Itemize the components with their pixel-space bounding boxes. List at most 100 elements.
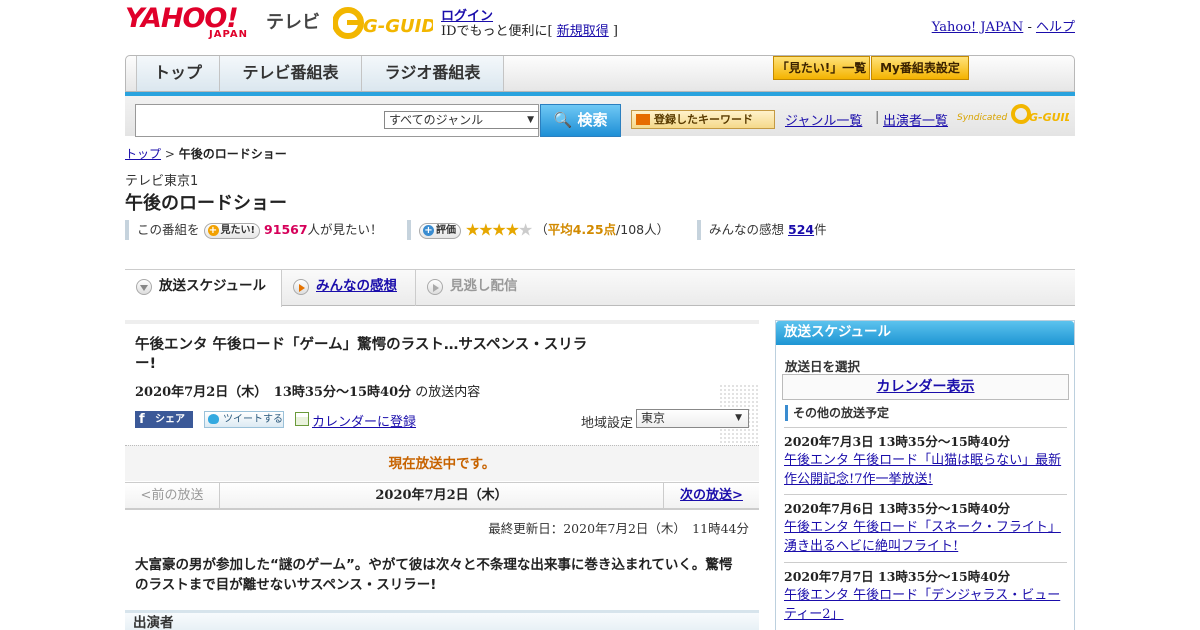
search-button-label: 検索 [577, 111, 608, 129]
tweet-button[interactable]: ツイートする [204, 411, 284, 428]
broadcast-title-link[interactable]: 午後エンタ 午後ロード「山猫は眠らない」最新作公開記念!7作一挙放送! [784, 453, 1061, 487]
star-empty-icon: ★ [517, 220, 533, 241]
registered-keywords-button[interactable]: 登録したキーワード [631, 110, 775, 129]
program-stats: この番組を + 見たい! 91567人が見たい！ + 評価 ★★★★★ （平均4.2… [125, 220, 1075, 241]
svg-text:G-GUIDE: G-GUIDE [363, 16, 433, 37]
plus-icon: + [423, 224, 434, 236]
breadcrumb: トップ > 午後のロードショー [125, 145, 287, 162]
mitai-suffix: 人が見たい！ [307, 222, 383, 237]
tab-vod: 見逃し配信 [416, 270, 546, 306]
mitai-button-label: 見たい! [220, 224, 256, 236]
impressions-unit: 件 [814, 222, 827, 237]
rating-paren-open: （ [535, 222, 548, 237]
chevron-down-icon [136, 279, 152, 295]
region-select-value: 東京 [641, 411, 666, 425]
tab-reviews[interactable]: みんなの感想 [282, 270, 416, 306]
mitai-stat: この番組を + 見たい! 91567人が見たい！ [125, 220, 383, 240]
tab-label: 放送スケジュール [159, 278, 267, 294]
broadcast-title-link[interactable]: 午後エンタ 午後ロード「スネーク・フライト」湧き出るヘビに絶叫フライト! [784, 520, 1061, 554]
rating-stat: + 評価 ★★★★★ （平均4.25点/108人） [407, 220, 670, 241]
chevron-down-icon: ▼ [527, 115, 534, 125]
genre-list-link[interactable]: ジャンル一覧 [785, 110, 862, 129]
nav-tab-radio-schedule[interactable]: ラジオ番組表 [362, 56, 504, 91]
episode-box: 午後エンタ 午後ロード「ゲーム」驚愕のラスト…サスペンス・スリラー! 2020年… [125, 320, 759, 445]
genre-select-value: すべてのジャンル [389, 113, 484, 127]
breadcrumb-top-link[interactable]: トップ [125, 147, 161, 161]
sidebar-header: 放送スケジュール [776, 321, 1074, 345]
top-right-links: Yahoo! JAPAN - ヘルプ [932, 16, 1075, 35]
chevron-down-icon: ▼ [735, 413, 742, 423]
yahoo-japan-logo-sub: JAPAN [209, 29, 248, 40]
channel-name: テレビ東京1 [125, 174, 199, 189]
gguide-small-logo: G-GUIDE [1011, 104, 1069, 124]
performer-list-link[interactable]: 出演者一覧 [883, 110, 948, 129]
help-link[interactable]: ヘルプ [1036, 20, 1075, 35]
tab-label: 見逃し配信 [450, 278, 518, 294]
mitai-button[interactable]: + 見たい! [203, 222, 261, 239]
pager-date: 2020年7月2日（木） [375, 488, 508, 503]
signup-link[interactable]: 新規取得 [557, 24, 609, 39]
region-label: 地域設定 [581, 416, 634, 431]
tab-broadcast-schedule[interactable]: 放送スケジュール [125, 270, 282, 307]
rating-button[interactable]: + 評価 [419, 222, 461, 239]
login-sub-prefix: IDでもっと便利に[ [441, 24, 557, 39]
registered-keywords-label: 登録したキーワード [654, 113, 753, 126]
svg-text:G-GUIDE: G-GUIDE [1029, 111, 1069, 124]
broadcast-pager: <前の放送 2020年7月2日（木） 次の放送> [125, 482, 759, 510]
broadcast-datetime: 2020年7月6日 13時35分～15時40分 [784, 501, 1011, 516]
calendar-view-link[interactable]: カレンダー表示 [782, 374, 1069, 400]
arrow-down-icon [636, 114, 650, 125]
broadcast-title-link[interactable]: 午後エンタ 午後ロード「デンジャラス・ビューティー2」 [784, 588, 1060, 622]
genre-select[interactable]: すべてのジャンル ▼ [384, 111, 539, 129]
search-button[interactable]: 🔍 検索 [540, 104, 621, 137]
episode-description: 大富豪の男が参加した“謎のゲーム”。やがて彼は次々と不条理な出来事に巻き込まれて… [135, 557, 733, 593]
gguide-logo[interactable]: G-GUIDE [333, 6, 433, 42]
breadcrumb-current: 午後のロードショー [178, 147, 287, 161]
list-item: 2020年7月3日 13時35分～15時40分 午後エンタ 午後ロード「山猫は眠… [784, 427, 1067, 489]
tv-logo-text[interactable]: テレビ [266, 8, 320, 34]
play-arrow-icon [293, 279, 309, 295]
link-separator: | [875, 110, 880, 125]
select-date-label: 放送日を選択 [785, 359, 861, 374]
tab-label: みんなの感想 [316, 278, 397, 294]
login-sub-suffix: ] [608, 24, 618, 39]
facebook-share-label: シェア [155, 414, 185, 425]
breadcrumb-separator: > [161, 147, 179, 161]
episode-title: 午後エンタ 午後ロード「ゲーム」驚愕のラスト…サスペンス・スリラー! [135, 337, 588, 372]
rating-count: /108人） [616, 222, 670, 237]
plus-icon: + [207, 224, 219, 236]
program-tabs: 放送スケジュール みんなの感想 見逃し配信 [125, 269, 1075, 307]
impressions-stat: みんなの感想 524件 [697, 220, 827, 240]
my-schedule-settings-button[interactable]: My番組表設定 [871, 56, 969, 80]
other-broadcasts-title: その他の放送予定 [785, 405, 889, 421]
star-icons: ★★★★ [464, 220, 520, 241]
calendar-icon [295, 412, 309, 426]
play-arrow-icon [427, 279, 443, 295]
mitai-list-button[interactable]: 「見たい!」一覧 [773, 56, 870, 80]
nav-tab-tv-schedule[interactable]: テレビ番組表 [220, 56, 362, 91]
on-air-notice: 現在放送中です。 [125, 445, 759, 481]
episode-datetime: 2020年7月2日（木） 13時35分～15時40分 [135, 385, 412, 400]
episode-date-suffix: の放送内容 [411, 385, 481, 400]
last-updated: 最終更新日：2020年7月2日（木） 11時44分 [488, 521, 749, 536]
syndicated-label: Syndicated [957, 113, 1008, 123]
list-item: 2020年7月6日 13時35分～15時40分 午後エンタ 午後ロード「スネーク… [784, 494, 1067, 556]
impressions-count-link[interactable]: 524 [788, 222, 814, 237]
calendar-register-label: カレンダーに登録 [312, 415, 417, 430]
search-icon: 🔍 [553, 111, 573, 129]
yahoo-japan-link[interactable]: Yahoo! JAPAN [932, 20, 1024, 35]
cast-section-header: 出演者 [125, 610, 759, 630]
facebook-share-button[interactable]: f シェア [135, 411, 193, 428]
list-item: 2020年7月7日 13時35分～15時40分 午後エンタ 午後ロード「デンジャ… [784, 562, 1067, 624]
rating-average: 平均4.25点 [547, 222, 617, 237]
twitter-icon [208, 414, 219, 424]
tweet-label: ツイートする [223, 414, 283, 425]
nav-tab-top[interactable]: トップ [136, 56, 220, 91]
impressions-label: みんなの感想 [709, 222, 785, 237]
schedule-sidebar: 放送スケジュール 放送日を選択 カレンダー表示 その他の放送予定 2020年7月… [775, 320, 1075, 630]
mitai-prefix: この番組を [137, 222, 200, 237]
calendar-register-link[interactable]: カレンダーに登録 [295, 411, 416, 430]
next-broadcast-link[interactable]: 次の放送> [663, 483, 759, 509]
region-select[interactable]: 東京 ▼ [636, 409, 749, 428]
main-nav: トップ テレビ番組表 ラジオ番組表 「見たい!」一覧 My番組表設定 [125, 55, 1075, 92]
